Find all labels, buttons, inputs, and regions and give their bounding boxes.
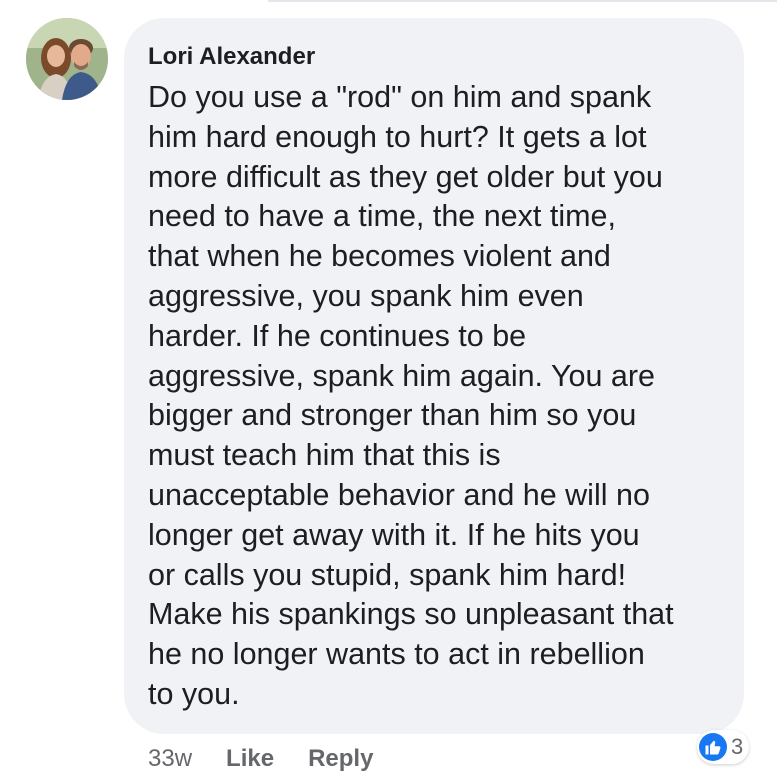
comment-page: Lori Alexander Do you use a "rod" on him… (0, 0, 777, 774)
comment-bubble: Lori Alexander Do you use a "rod" on him… (124, 18, 744, 734)
thumbs-up-icon (699, 733, 727, 761)
comment-actions: 33w Like Reply (148, 744, 407, 774)
top-divider (268, 0, 777, 2)
comment-author[interactable]: Lori Alexander (148, 42, 732, 72)
reply-button[interactable]: Reply (308, 745, 373, 773)
comment-text: Do you use a "rod" on him and spank him … (148, 80, 674, 711)
reaction-summary[interactable]: 3 (697, 730, 750, 764)
avatar[interactable] (26, 18, 108, 100)
comment-timestamp[interactable]: 33w (148, 745, 192, 773)
reaction-count: 3 (731, 734, 744, 759)
avatar-photo (26, 18, 108, 100)
like-button[interactable]: Like (226, 745, 274, 773)
